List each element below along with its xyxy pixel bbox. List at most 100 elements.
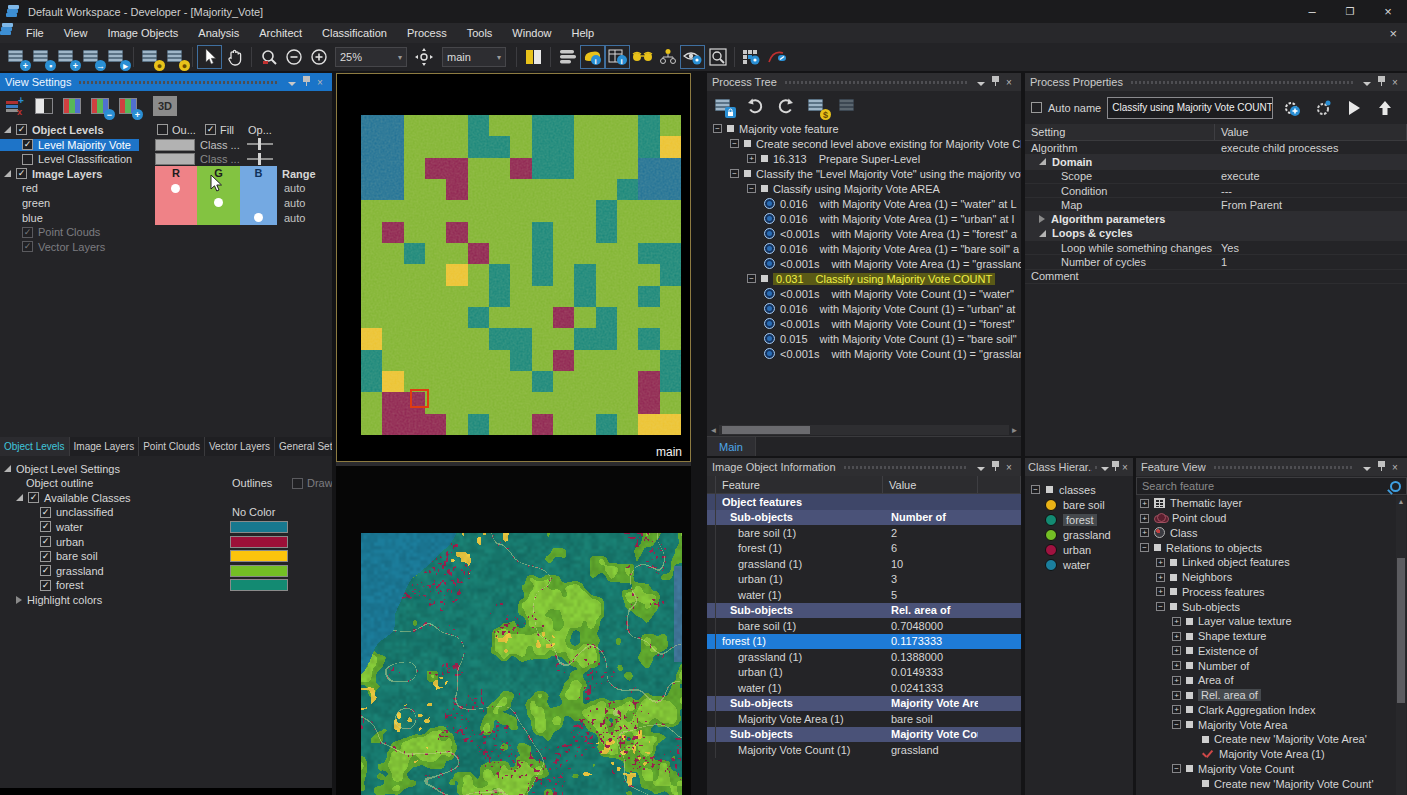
expander-icon[interactable]: +: [1172, 646, 1181, 655]
table-row[interactable]: grassland (1)0.1388000: [707, 649, 1021, 665]
map-view-secondary[interactable]: [336, 466, 691, 795]
channel-assignment-dot[interactable]: [214, 198, 223, 207]
image-layers-checkbox[interactable]: [16, 168, 27, 179]
tab-point-clouds[interactable]: Point Clouds: [139, 437, 205, 456]
class-item[interactable]: grassland: [1025, 527, 1133, 542]
level-row[interactable]: Level Classification: [0, 153, 132, 165]
document-close-icon[interactable]: ×: [1389, 26, 1397, 41]
process-tree-row[interactable]: <0.001swith Majority Vote Count (1) = "g…: [707, 346, 1021, 361]
import-scene-icon[interactable]: →: [79, 45, 104, 69]
feature-row[interactable]: +Layer value texture: [1136, 614, 1407, 629]
move-up-icon[interactable]: [1372, 96, 1397, 120]
menu-process[interactable]: Process: [397, 27, 457, 39]
expander-icon[interactable]: −: [747, 184, 756, 193]
available-classes-checkbox[interactable]: [28, 492, 39, 503]
single-layer-grayscale-icon[interactable]: [31, 94, 57, 118]
expander-icon[interactable]: +: [1172, 661, 1181, 670]
pp-table[interactable]: Algorithmexecute child processesDomainSc…: [1025, 141, 1407, 284]
edit-algorithm-icon[interactable]: [1310, 96, 1335, 120]
feature-row[interactable]: +Thematic layer: [1136, 496, 1407, 511]
level-checkbox[interactable]: [22, 139, 33, 150]
view-3d-button[interactable]: 3D: [153, 96, 177, 116]
feature-row[interactable]: +Class: [1136, 526, 1407, 541]
image-layer-mixing-icon[interactable]: [555, 45, 580, 69]
panel-menu-icon[interactable]: [1360, 77, 1374, 88]
tab-image-layers[interactable]: Image Layers: [70, 437, 140, 456]
feature-row[interactable]: Create new 'Majority Vote Area': [1136, 732, 1407, 747]
classified-grid-map[interactable]: [361, 115, 681, 435]
feature-row[interactable]: +Point cloud: [1136, 511, 1407, 526]
object-levels-checkbox[interactable]: [16, 124, 27, 135]
table-row[interactable]: Object features: [707, 494, 1021, 510]
feature-row[interactable]: −Majority Vote Count: [1136, 762, 1407, 777]
feature-view-table-icon[interactable]: i: [605, 45, 630, 69]
horizontal-scrollbar[interactable]: ◄ ►: [707, 424, 1021, 436]
expander-icon[interactable]: −: [730, 169, 739, 178]
restore-button[interactable]: ❐: [1331, 0, 1369, 23]
close-icon[interactable]: ×: [1002, 77, 1016, 88]
pan-tool-icon[interactable]: [222, 45, 247, 69]
expander-icon[interactable]: −: [730, 139, 739, 148]
menu-tools[interactable]: Tools: [457, 27, 503, 39]
property-row[interactable]: Loop while something changes onlyYes: [1025, 241, 1407, 255]
opacity-slider[interactable]: [247, 143, 273, 145]
table-row[interactable]: Sub-objectsRel. area of: [707, 603, 1021, 619]
algorithm-settings-icon[interactable]: [1279, 96, 1304, 120]
class-color-swatch[interactable]: [230, 550, 288, 562]
expander-icon[interactable]: −: [1172, 720, 1181, 729]
property-row[interactable]: Scopeexecute: [1025, 170, 1407, 184]
close-icon[interactable]: ×: [1388, 77, 1402, 88]
search-feature-input[interactable]: Search feature: [1136, 477, 1407, 495]
table-row[interactable]: water (1)5: [707, 587, 1021, 603]
level-color-swatch[interactable]: [155, 153, 195, 165]
table-row[interactable]: Majority Vote Count (1)grassland: [707, 742, 1021, 758]
shift-layers-down-icon[interactable]: −: [87, 94, 113, 118]
property-row[interactable]: MapFrom Parent: [1025, 198, 1407, 212]
process-tree-row[interactable]: <0.001swith Majority Vote Area (1) = "gr…: [707, 256, 1021, 271]
process-tree-row[interactable]: 0.015with Majority Vote Count (1) = "bar…: [707, 331, 1021, 346]
tab-vector-layers[interactable]: Vector Layers: [205, 437, 275, 456]
outline-checkbox[interactable]: [157, 124, 168, 135]
column-setting[interactable]: Setting: [1025, 124, 1215, 140]
process-tree-row[interactable]: −Create second level above existing for …: [707, 136, 1021, 151]
undo-icon[interactable]: [742, 94, 767, 118]
property-row[interactable]: Condition---: [1025, 184, 1407, 198]
class-item[interactable]: water: [1025, 557, 1133, 572]
edit-curve-icon[interactable]: [764, 45, 789, 69]
expander-icon[interactable]: [16, 494, 23, 501]
process-tree-header[interactable]: Process Tree ×: [707, 73, 1021, 91]
group-expander-icon[interactable]: [1039, 158, 1046, 165]
class-visibility-checkbox[interactable]: [40, 536, 51, 547]
feature-row[interactable]: Majority Vote Area (1): [1136, 747, 1407, 762]
class-visibility-checkbox[interactable]: [40, 521, 51, 532]
class-hierarchy-header[interactable]: Class Hierar... ×: [1025, 458, 1133, 476]
process-tree-row[interactable]: −Majority vote feature: [707, 121, 1021, 136]
process-tree-row[interactable]: <0.001swith Majority Vote Count (1) = "w…: [707, 286, 1021, 301]
process-tree-row[interactable]: 0.016with Majority Vote Area (1) = "bare…: [707, 241, 1021, 256]
class-item[interactable]: forest: [1025, 512, 1133, 527]
close-icon[interactable]: ×: [1388, 462, 1402, 473]
class-color-swatch[interactable]: [230, 521, 288, 533]
class-root-row[interactable]: −classes: [1025, 482, 1133, 497]
move-down-icon[interactable]: [1403, 96, 1407, 120]
image-layer-row[interactable]: green: [0, 197, 50, 209]
feature-row[interactable]: +Linked object features: [1136, 555, 1407, 570]
feature-row[interactable]: +Shape texture: [1136, 629, 1407, 644]
property-row[interactable]: Algorithm parameters: [1025, 212, 1407, 226]
redo-icon[interactable]: [773, 94, 798, 118]
edit-layer-mixing-icon[interactable]: +x: [3, 94, 29, 118]
expander-icon[interactable]: [16, 596, 22, 604]
expander-icon[interactable]: [4, 170, 11, 177]
image-layer-row[interactable]: blue: [0, 212, 43, 224]
menu-file[interactable]: File: [16, 27, 54, 39]
pin-icon[interactable]: [1374, 461, 1388, 474]
pixel-view-icon[interactable]: [705, 45, 730, 69]
menu-help[interactable]: Help: [561, 27, 604, 39]
table-row[interactable]: Sub-objectsMajority Vote Area: [707, 696, 1021, 712]
class-color-swatch[interactable]: [230, 565, 288, 577]
expander-icon[interactable]: +: [1156, 573, 1165, 582]
table-row[interactable]: Majority Vote Area (1)bare soil: [707, 711, 1021, 727]
opacity-slider[interactable]: [247, 158, 273, 160]
feature-row[interactable]: Majority Vote Count (1): [1136, 791, 1407, 794]
table-row[interactable]: Sub-objectsMajority Vote Cou...: [707, 727, 1021, 743]
